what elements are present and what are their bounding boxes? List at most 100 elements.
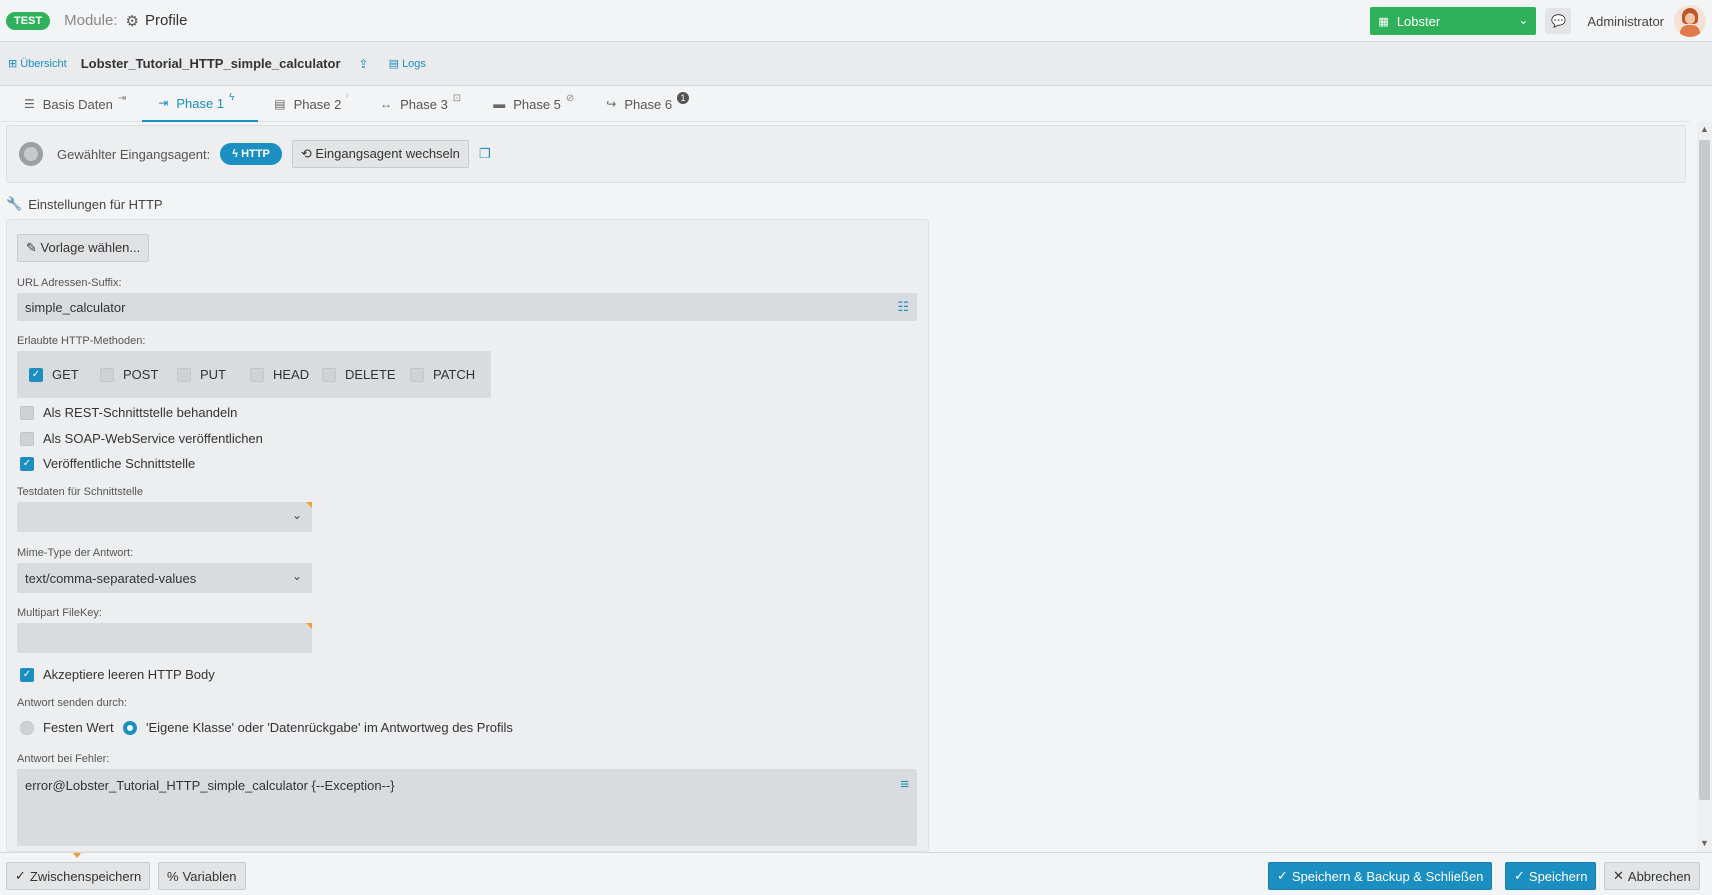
logs-link[interactable]: ▤ Logs xyxy=(389,57,426,70)
error-response-label: Antwort bei Fehler: xyxy=(17,753,110,765)
chat-button[interactable]: 💬 xyxy=(1545,8,1572,34)
save-label: Speichern xyxy=(1528,868,1588,884)
soap-checkbox[interactable]: Als SOAP-WebService veröffentlichen xyxy=(20,431,263,446)
chevron-down-icon: ⌄ xyxy=(1518,13,1529,27)
overview-link[interactable]: ⊞ Übersicht xyxy=(8,57,67,71)
tab-phase-5[interactable]: ▬ Phase 5 ⊘ xyxy=(477,86,590,122)
tab-phase-1[interactable]: ⇥ Phase 1 ϟ xyxy=(142,86,259,122)
empty-body-checkbox[interactable]: ✓ Akzeptiere leeren HTTP Body xyxy=(20,667,215,682)
choose-template-button[interactable]: ✎ Vorlage wählen... xyxy=(17,234,150,262)
tab-phase-2[interactable]: ▤ Phase 2 ⁱ xyxy=(258,86,364,122)
topbar-right: ▦ Lobster ⌄ 💬 Administrator xyxy=(1370,0,1712,42)
public-interface-checkbox[interactable]: ✓ Veröffentliche Schnittstelle xyxy=(20,456,195,471)
copy-icon[interactable]: ❐ xyxy=(479,146,491,162)
save-backup-close-label: Speichern & Backup & Schließen xyxy=(1291,868,1484,884)
save-button[interactable]: ✓ Speichern xyxy=(1505,862,1597,890)
error-response-value: error@Lobster_Tutorial_HTTP_simple_calcu… xyxy=(25,778,395,793)
sign-in-icon: ⇥ xyxy=(117,92,127,104)
avatar[interactable] xyxy=(1674,5,1706,37)
method-delete-checkbox[interactable]: DELETE xyxy=(322,367,396,382)
server-icon: ▬ xyxy=(493,97,506,111)
mime-type-value: text/comma-separated-values xyxy=(25,570,197,586)
tab-label: Phase 1 xyxy=(176,95,225,111)
public-interface-label: Veröffentliche Schnittstelle xyxy=(43,456,196,471)
http-methods-label: Erlaubte HTTP-Methoden: xyxy=(17,335,146,347)
switch-agent-button[interactable]: ⟲ Eingangsagent wechseln xyxy=(291,140,469,168)
testdata-label: Testdaten für Schnittstelle xyxy=(17,486,143,498)
method-get-checkbox[interactable]: ✓ GET xyxy=(29,367,79,382)
method-put-checkbox[interactable]: PUT xyxy=(177,367,226,382)
list-icon[interactable]: ☷ xyxy=(897,299,909,315)
chevron-down-icon: ⌄ xyxy=(291,569,302,583)
save-temp-button[interactable]: ✓ Zwischenspeichern xyxy=(6,862,151,890)
resize-icon: ⊡ xyxy=(452,92,462,104)
method-label: DELETE xyxy=(345,367,396,382)
scrollbar-thumb[interactable] xyxy=(1699,140,1710,800)
tab-label: Phase 5 xyxy=(513,96,561,112)
url-suffix-label: URL Adressen-Suffix: xyxy=(17,277,122,289)
method-post-checkbox[interactable]: POST xyxy=(100,367,158,382)
bolt-icon: ϟ xyxy=(229,91,235,103)
sitemap-icon: ⊞ xyxy=(8,58,18,70)
save-backup-close-button[interactable]: ✓ Speichern & Backup & Schließen xyxy=(1268,862,1493,890)
info-icon: ⁱ xyxy=(346,92,349,104)
wrench-icon: 🔧 xyxy=(6,196,23,211)
tab-label: Phase 2 xyxy=(293,96,342,112)
cancel-button[interactable]: ✕ Abbrechen xyxy=(1604,862,1700,890)
http-methods-group: ✓ GET POST PUT HEAD DELETE PATCH xyxy=(17,351,491,398)
vertical-scrollbar[interactable]: ▲ ▼ xyxy=(1697,122,1712,852)
mime-type-select[interactable]: text/comma-separated-values ⌄ xyxy=(17,563,312,593)
scroll-down-icon[interactable]: ▼ xyxy=(1700,838,1709,848)
method-label: HEAD xyxy=(273,367,310,382)
count-badge: 1 xyxy=(677,92,690,104)
testdata-select[interactable]: ⌄ xyxy=(17,502,312,532)
export-icon[interactable]: ⇪ xyxy=(359,57,369,71)
required-marker xyxy=(306,623,312,629)
tenant-select[interactable]: ▦ Lobster ⌄ xyxy=(1370,7,1537,35)
switch-agent-label: Eingangsagent wechseln xyxy=(315,146,460,161)
method-patch-checkbox[interactable]: PATCH xyxy=(410,367,475,382)
variables-label: Variablen xyxy=(182,868,237,884)
agent-badge[interactable]: ϟ HTTP xyxy=(220,143,282,165)
rest-checkbox[interactable]: Als REST-Schnittstelle behandeln xyxy=(20,405,237,420)
check-icon: ✓ xyxy=(1514,868,1525,883)
arrows-horizontal-icon: ↔ xyxy=(380,97,393,111)
percent-icon: % xyxy=(167,868,179,884)
save-temp-label: Zwischenspeichern xyxy=(29,868,142,884)
url-suffix-input[interactable]: simple_calculator ☷ xyxy=(17,293,917,321)
response-class-label: 'Eigene Klasse' oder 'Datenrückgabe' im … xyxy=(146,720,513,735)
user-name[interactable]: Administrator xyxy=(1587,14,1664,29)
refresh-icon: ⟲ xyxy=(300,146,316,161)
bolt-icon: ϟ xyxy=(232,148,242,160)
phase-tabs: ☰ Basis Daten ⇥ ⇥ Phase 1 ϟ ▤ Phase 2 ⁱ … xyxy=(0,86,1690,122)
check-icon: ✓ xyxy=(1277,868,1288,883)
soap-label: Als SOAP-WebService veröffentlichen xyxy=(43,431,263,446)
chevron-down-icon: ⌄ xyxy=(291,508,302,522)
variables-button[interactable]: % Variablen xyxy=(158,862,246,890)
document-icon: ▤ xyxy=(274,97,286,111)
method-head-checkbox[interactable]: HEAD xyxy=(250,367,309,382)
tab-label: Phase 6 xyxy=(624,96,673,112)
chat-icon: 💬 xyxy=(1550,14,1566,28)
method-label: PUT xyxy=(200,367,226,382)
arrow-right-to-bar-icon: ⇥ xyxy=(158,96,169,110)
notification-marker xyxy=(73,853,81,858)
check-circle-icon: ✓ xyxy=(15,868,26,883)
tab-phase-6[interactable]: ↪ Phase 6 1 xyxy=(590,86,705,122)
required-marker xyxy=(306,502,312,508)
response-fixed-radio[interactable]: Festen Wert xyxy=(20,720,114,735)
response-class-radio[interactable]: 'Eigene Klasse' oder 'Datenrückgabe' im … xyxy=(123,720,513,735)
menu-icon[interactable]: ≡ xyxy=(900,776,909,793)
environment-badge: TEST xyxy=(6,11,51,30)
agent-label: Gewählter Eingangsagent: xyxy=(57,146,211,162)
share-icon: ↪ xyxy=(606,97,617,111)
scroll-up-icon[interactable]: ▲ xyxy=(1700,124,1709,134)
response-fixed-label: Festen Wert xyxy=(43,720,114,735)
file-icon: ▤ xyxy=(388,58,399,70)
list-icon: ☰ xyxy=(24,97,35,111)
tab-phase-3[interactable]: ↔ Phase 3 ⊡ xyxy=(364,86,477,122)
multipart-filekey-input[interactable] xyxy=(17,623,312,653)
module-label: Module: xyxy=(64,12,118,29)
error-response-textarea[interactable]: error@Lobster_Tutorial_HTTP_simple_calcu… xyxy=(17,769,917,846)
tab-basis-daten[interactable]: ☰ Basis Daten ⇥ xyxy=(8,86,142,122)
